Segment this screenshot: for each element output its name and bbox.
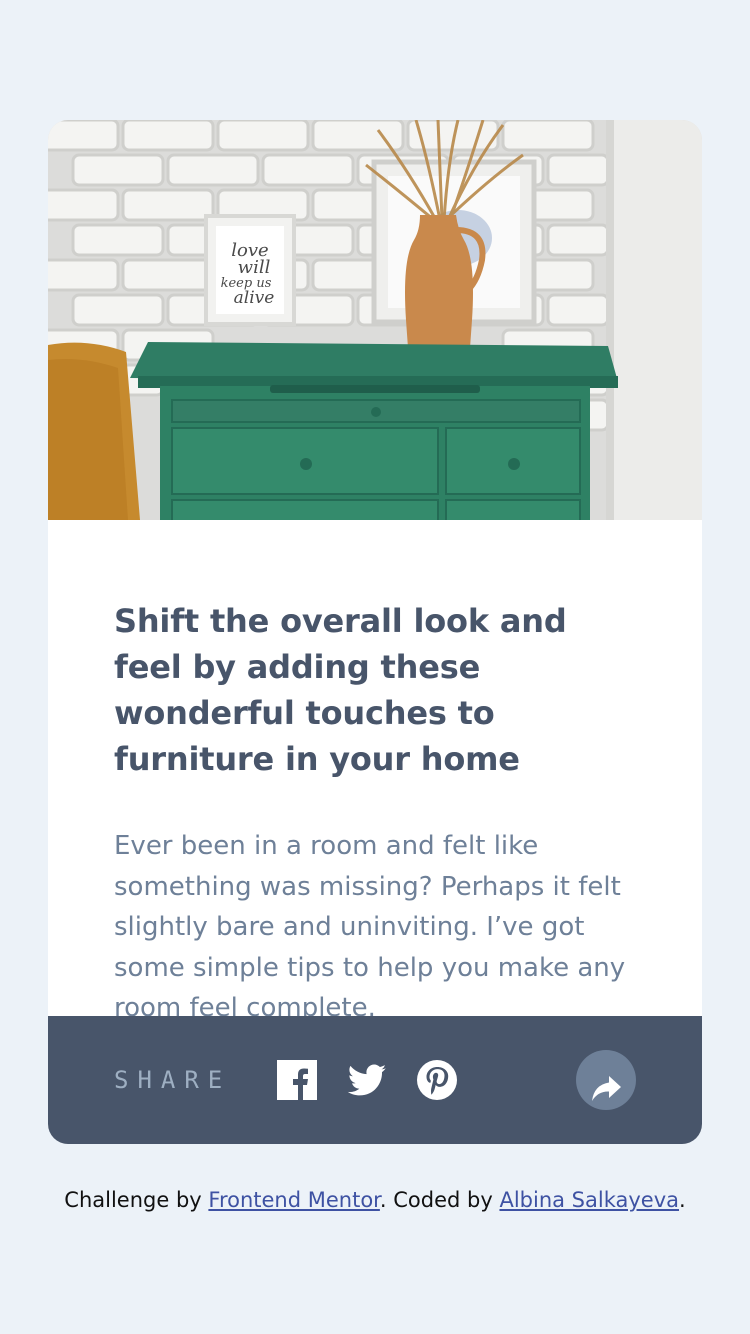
frontend-mentor-link[interactable]: Frontend Mentor [208,1188,380,1212]
author-link[interactable]: Albina Salkayeva [499,1188,679,1212]
article-card: love will keep us alive Shift the overal… [48,120,702,1144]
attribution: Challenge by Frontend Mentor. Coded by A… [0,1185,750,1215]
attribution-prefix: Challenge by [64,1188,209,1212]
share-icon [592,1075,621,1101]
article-body: Ever been in a room and felt like someth… [114,831,626,1023]
frame-text-line-2: will [238,257,271,278]
share-bar: SHARE [48,1016,702,1144]
facebook-icon[interactable] [277,1060,317,1100]
share-button[interactable] [576,1050,636,1110]
share-label: SHARE [114,1066,232,1094]
attribution-suffix: . [679,1188,686,1212]
article-title: Shift the overall look and feel by addin… [114,602,567,778]
pinterest-icon[interactable] [417,1060,457,1100]
attribution-middle: . Coded by [379,1188,500,1212]
article-image: love will keep us alive [48,120,702,520]
twitter-icon[interactable] [347,1060,387,1100]
article-content: Shift the overall look and feel by addin… [114,598,644,1029]
frame-text-line-4: alive [234,288,275,308]
